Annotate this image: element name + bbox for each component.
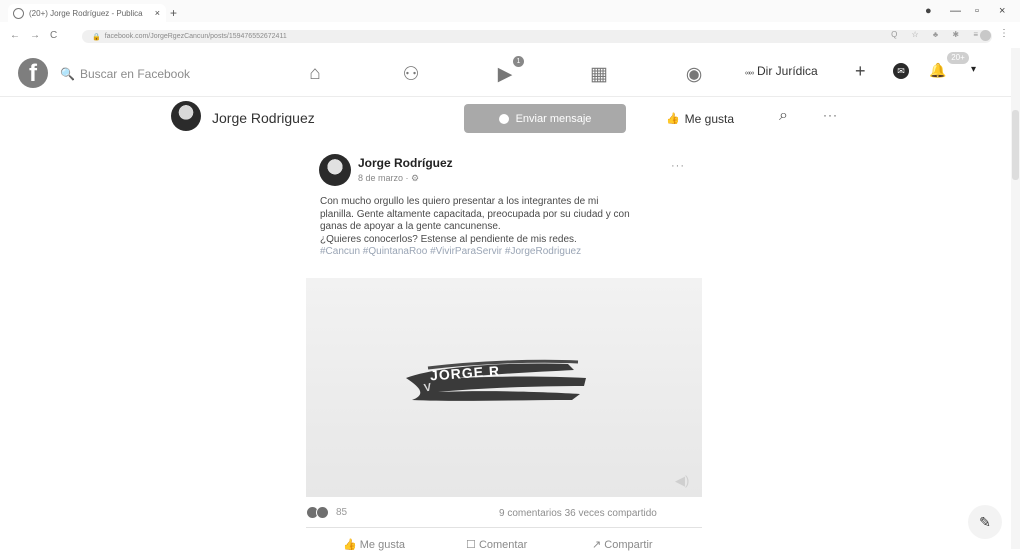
post-options-icon[interactable]: ···: [671, 160, 685, 172]
page-search-icon[interactable]: ⌕: [779, 107, 788, 125]
notifications-badge: 20+: [947, 52, 969, 64]
page-switcher-label: Dir Jurídica: [756, 64, 818, 78]
address-bar[interactable]: 🔒 facebook.com/JorgeRgezCancun/posts/159…: [82, 30, 992, 43]
lock-icon: 🔒: [92, 33, 101, 41]
messenger-icon[interactable]: ✉: [893, 63, 909, 79]
new-tab-button[interactable]: +: [170, 6, 177, 20]
maximize-button[interactable]: ▫: [975, 5, 979, 17]
groups-icon[interactable]: ◉: [677, 60, 711, 88]
post-text: Con mucho orgullo les quiero presentar a…: [320, 196, 695, 259]
minimize-button[interactable]: —: [950, 5, 961, 17]
account-menu-icon[interactable]: ▾: [971, 64, 976, 75]
share-icon: ↗: [592, 539, 602, 551]
thumbs-up-icon: 👍: [665, 113, 680, 125]
post-author-avatar[interactable]: [319, 154, 351, 186]
share-button[interactable]: ↗ Compartir: [592, 538, 653, 551]
facebook-logo[interactable]: f: [18, 58, 48, 88]
friends-icon[interactable]: ⚇: [394, 60, 428, 88]
comment-label: Comentar: [478, 539, 528, 551]
post-divider: [306, 527, 702, 528]
tab-title: (20+) Jorge Rodríguez - Publica: [29, 8, 143, 18]
back-button[interactable]: ←: [10, 30, 20, 41]
reload-button[interactable]: C: [50, 30, 57, 41]
page-logo-icon: ∞∞: [745, 70, 754, 77]
comment-icon: ☐: [466, 539, 476, 551]
reactions-summary[interactable]: 85: [306, 506, 347, 519]
post-text-line: ganas de apoyar a la gente cancunense.: [320, 221, 501, 232]
search-icon: 🔍: [60, 67, 75, 81]
profile-avatar[interactable]: [171, 101, 201, 131]
url-text: facebook.com/JorgeRgezCancun/posts/15947…: [104, 33, 287, 40]
profile-name[interactable]: Jorge Rodriguez: [212, 110, 315, 126]
like-page-label: Me gusta: [684, 111, 735, 126]
forward-button[interactable]: →: [30, 30, 40, 41]
create-button[interactable]: +: [855, 61, 866, 82]
browser-profile-avatar[interactable]: [980, 30, 991, 41]
post-stats[interactable]: 9 comentarios 36 veces compartido: [499, 508, 657, 519]
tab-close-icon[interactable]: ×: [155, 8, 160, 18]
close-window-button[interactable]: ×: [999, 5, 1005, 17]
address-bar-icons[interactable]: Q ☆ ♣ ✱ ≡: [891, 30, 984, 39]
post-text-line: Con mucho orgullo les quiero presentar a…: [320, 196, 599, 207]
comment-button[interactable]: ☐ Comentar: [466, 538, 527, 551]
scrollbar-thumb[interactable]: [1012, 110, 1019, 180]
page-switcher[interactable]: ∞∞ Dir Jurídica: [745, 64, 818, 78]
reaction-count: 85: [336, 507, 348, 518]
send-message-button[interactable]: Enviar mensaje: [464, 104, 626, 133]
messenger-small-icon: [498, 113, 509, 124]
share-label: Compartir: [604, 539, 653, 551]
post-date[interactable]: 8 de marzo · ⚙: [358, 173, 419, 184]
like-button[interactable]: 👍 Me gusta: [343, 538, 405, 551]
post-hashtags[interactable]: #Cancun #QuintanaRoo #VivirParaServir #J…: [320, 246, 695, 259]
like-page-button[interactable]: 👍 Me gusta: [640, 104, 760, 133]
volume-icon[interactable]: ◀): [675, 473, 689, 489]
notifications-icon[interactable]: 🔔: [929, 62, 946, 79]
browser-tab[interactable]: (20+) Jorge Rodríguez - Publica ×: [8, 4, 166, 22]
home-icon[interactable]: ⌂: [298, 60, 332, 88]
new-message-icon[interactable]: ✎: [968, 505, 1002, 539]
globe-icon: [13, 7, 24, 19]
post-author-name[interactable]: Jorge Rodríguez: [358, 156, 453, 170]
send-message-label: Enviar mensaje: [515, 112, 592, 125]
browser-menu-icon[interactable]: ⋮: [999, 28, 1009, 39]
like-icon: 👍: [343, 539, 357, 551]
search-placeholder: Buscar en Facebook: [79, 67, 191, 81]
search-input[interactable]: 🔍 Buscar en Facebook: [52, 62, 222, 86]
marketplace-icon[interactable]: ▦: [582, 60, 616, 88]
page-more-icon[interactable]: ···: [823, 108, 838, 122]
post-text-line: planilla. Gente altamente capacitada, pr…: [320, 208, 630, 220]
like-label: Me gusta: [359, 539, 406, 551]
record-icon[interactable]: ●: [925, 5, 932, 17]
watch-badge: 1: [513, 56, 524, 67]
love-reaction-icon: [316, 506, 329, 519]
post-text-line: ¿Quieres conocerlos? Estense al pendient…: [320, 233, 577, 245]
